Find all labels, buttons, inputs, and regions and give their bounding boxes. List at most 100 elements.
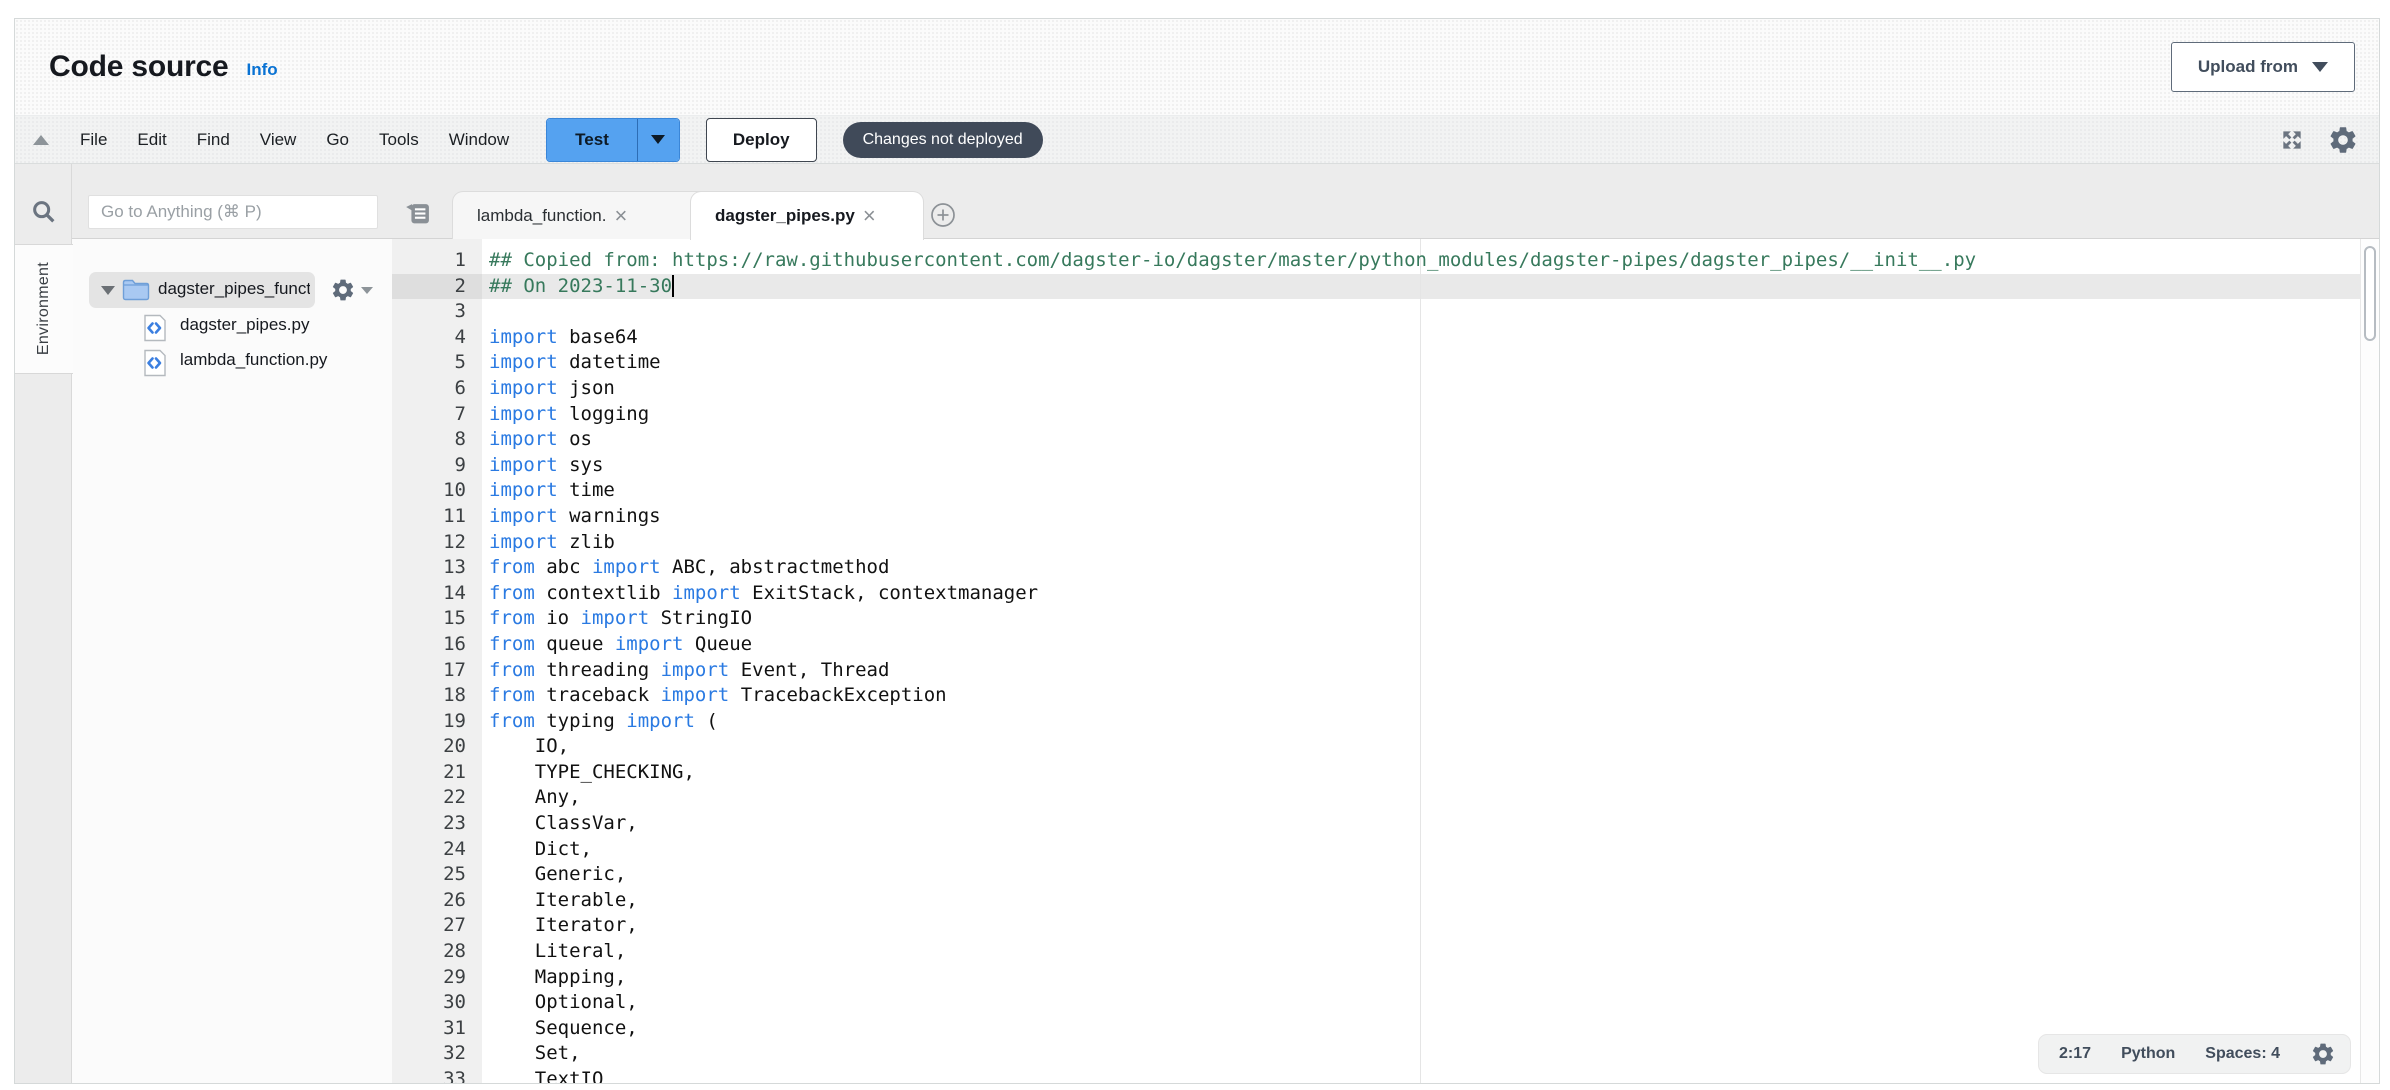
line-number[interactable]: 18 [392, 683, 482, 709]
code-line[interactable]: import warnings [489, 504, 2379, 530]
code-line[interactable]: import time [489, 478, 2379, 504]
status-settings-gear-icon[interactable] [2310, 1041, 2336, 1067]
new-tab-plus-icon[interactable] [928, 200, 958, 235]
line-number[interactable]: 22 [392, 785, 482, 811]
menu-go[interactable]: Go [311, 124, 364, 156]
tab-lambda-function[interactable]: lambda_function. × [452, 191, 710, 240]
collapse-panel-icon[interactable] [33, 135, 49, 145]
code-line[interactable]: Optional, [489, 990, 2379, 1016]
code-line[interactable]: from traceback import TracebackException [489, 683, 2379, 709]
tree-file-dagster-pipes[interactable]: dagster_pipes.py [72, 311, 392, 343]
line-number[interactable]: 7 [392, 402, 482, 428]
line-number[interactable]: 12 [392, 530, 482, 556]
code-line[interactable]: Mapping, [489, 965, 2379, 991]
line-number[interactable]: 31 [392, 1016, 482, 1042]
code-editor[interactable]: 1234567891011121314151617181920212223242… [392, 239, 2379, 1083]
line-number[interactable]: 4 [392, 325, 482, 351]
test-button[interactable]: Test [547, 119, 637, 161]
editor-gutter[interactable]: 1234567891011121314151617181920212223242… [392, 239, 482, 1083]
settings-gear-icon[interactable] [2327, 124, 2359, 156]
tab-list-icon[interactable] [405, 201, 433, 232]
code-line[interactable]: IO, [489, 734, 2379, 760]
line-number[interactable]: 6 [392, 376, 482, 402]
code-line[interactable]: import base64 [489, 325, 2379, 351]
environment-tab[interactable]: Environment [15, 244, 73, 374]
code-line[interactable]: import sys [489, 453, 2379, 479]
code-line[interactable]: ## On 2023-11-30 [489, 274, 2379, 300]
info-link[interactable]: Info [247, 60, 278, 80]
line-number[interactable]: 25 [392, 862, 482, 888]
search-input[interactable] [88, 195, 378, 229]
code-line[interactable]: from typing import ( [489, 709, 2379, 735]
menu-view[interactable]: View [245, 124, 312, 156]
code-line[interactable]: ## Copied from: https://raw.githubuserco… [489, 248, 2379, 274]
line-number[interactable]: 33 [392, 1067, 482, 1083]
line-number[interactable]: 5 [392, 350, 482, 376]
code-line[interactable]: Iterable, [489, 888, 2379, 914]
editor-code[interactable]: ## Copied from: https://raw.githubuserco… [489, 239, 2379, 1083]
code-line[interactable]: import logging [489, 402, 2379, 428]
line-number[interactable]: 27 [392, 913, 482, 939]
test-dropdown-button[interactable] [637, 119, 679, 161]
upload-from-button[interactable]: Upload from [2171, 42, 2355, 92]
close-tab-icon[interactable]: × [614, 205, 627, 227]
code-line[interactable]: from contextlib import ExitStack, contex… [489, 581, 2379, 607]
line-number[interactable]: 13 [392, 555, 482, 581]
line-number[interactable]: 17 [392, 658, 482, 684]
code-line[interactable]: import os [489, 427, 2379, 453]
tree-folder-row[interactable]: dagster_pipes_funct [72, 272, 392, 308]
scrollbar-thumb[interactable] [2364, 246, 2376, 341]
code-line[interactable] [489, 299, 2379, 325]
menu-tools[interactable]: Tools [364, 124, 434, 156]
code-line[interactable]: Dict, [489, 837, 2379, 863]
menu-file[interactable]: File [65, 124, 122, 156]
close-tab-icon[interactable]: × [863, 205, 876, 227]
line-number[interactable]: 15 [392, 606, 482, 632]
line-number[interactable]: 3 [392, 299, 482, 325]
code-line[interactable]: from abc import ABC, abstractmethod [489, 555, 2379, 581]
menu-edit[interactable]: Edit [122, 124, 181, 156]
tree-file-lambda-function[interactable]: lambda_function.py [72, 346, 392, 378]
line-number[interactable]: 23 [392, 811, 482, 837]
code-line[interactable]: Literal, [489, 939, 2379, 965]
code-line[interactable]: Generic, [489, 862, 2379, 888]
cursor-position[interactable]: 2:17 [2059, 1045, 2091, 1063]
line-number[interactable]: 1 [392, 248, 482, 274]
line-number[interactable]: 19 [392, 709, 482, 735]
editor-scrollbar[interactable] [2360, 239, 2379, 1083]
code-line[interactable]: ClassVar, [489, 811, 2379, 837]
code-line[interactable]: from io import StringIO [489, 606, 2379, 632]
line-number[interactable]: 26 [392, 888, 482, 914]
language-mode[interactable]: Python [2121, 1045, 2175, 1063]
menu-window[interactable]: Window [434, 124, 524, 156]
code-line[interactable]: import json [489, 376, 2379, 402]
code-line[interactable]: import datetime [489, 350, 2379, 376]
code-line[interactable]: Iterator, [489, 913, 2379, 939]
line-number[interactable]: 11 [392, 504, 482, 530]
line-number[interactable]: 10 [392, 478, 482, 504]
line-number[interactable]: 30 [392, 990, 482, 1016]
fullscreen-icon[interactable] [2279, 127, 2305, 153]
indentation-setting[interactable]: Spaces: 4 [2205, 1045, 2280, 1063]
line-number[interactable]: 29 [392, 965, 482, 991]
tab-dagster-pipes[interactable]: dagster_pipes.py × [690, 191, 924, 240]
code-line[interactable]: Any, [489, 785, 2379, 811]
line-number[interactable]: 2 [392, 274, 482, 300]
line-number[interactable]: 20 [392, 734, 482, 760]
line-number[interactable]: 24 [392, 837, 482, 863]
code-line[interactable]: import zlib [489, 530, 2379, 556]
line-number[interactable]: 8 [392, 427, 482, 453]
line-number[interactable]: 16 [392, 632, 482, 658]
tree-settings-gear-icon[interactable] [330, 277, 373, 303]
code-line[interactable]: TYPE_CHECKING, [489, 760, 2379, 786]
line-number[interactable]: 9 [392, 453, 482, 479]
line-number[interactable]: 32 [392, 1041, 482, 1067]
line-number[interactable]: 28 [392, 939, 482, 965]
folder-disclosure-icon[interactable] [101, 286, 115, 295]
line-number[interactable]: 14 [392, 581, 482, 607]
code-line[interactable]: from threading import Event, Thread [489, 658, 2379, 684]
code-line[interactable]: from queue import Queue [489, 632, 2379, 658]
menu-find[interactable]: Find [182, 124, 245, 156]
deploy-button[interactable]: Deploy [706, 118, 817, 162]
line-number[interactable]: 21 [392, 760, 482, 786]
